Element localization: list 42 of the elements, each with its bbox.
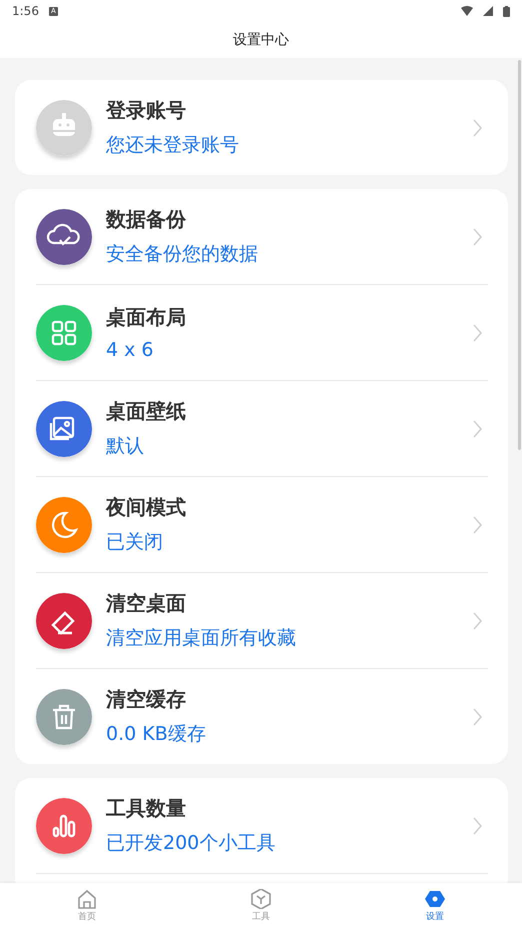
item-subtitle: 0.0 KB缓存 bbox=[106, 722, 207, 747]
item-title: 工具数量 bbox=[106, 795, 187, 822]
item-title: 数据备份 bbox=[106, 206, 187, 233]
item-title: 桌面布局 bbox=[106, 304, 187, 331]
settings-row[interactable]: 工具数量 已开发200个小工具 bbox=[36, 778, 488, 873]
nav-tab[interactable]: 设置 bbox=[348, 883, 522, 928]
item-title: 登录账号 bbox=[106, 97, 187, 124]
item-subtitle: 默认 bbox=[106, 434, 145, 459]
item-subtitle: 安全备份您的数据 bbox=[106, 242, 259, 267]
chevron-right-icon bbox=[473, 420, 482, 438]
settings-icon bbox=[425, 888, 445, 908]
item-title: 清空缓存 bbox=[106, 686, 187, 713]
item-subtitle: 清空应用桌面所有收藏 bbox=[106, 626, 297, 651]
item-subtitle: 4 x 6 bbox=[106, 339, 154, 361]
settings-row[interactable]: 桌面布局 4 x 6 bbox=[36, 284, 488, 380]
chevron-right-icon bbox=[473, 708, 482, 726]
page-title: 设置中心 bbox=[233, 31, 289, 49]
signal-icon bbox=[483, 6, 493, 16]
chevron-right-icon bbox=[473, 324, 482, 342]
clock-time: 1:56 bbox=[12, 4, 39, 18]
settings-row[interactable]: 数据备份 安全备份您的数据 bbox=[36, 189, 488, 284]
item-subtitle: 已开发200个小工具 bbox=[106, 831, 276, 856]
tools-icon bbox=[251, 888, 271, 908]
chevron-right-icon bbox=[473, 816, 482, 834]
chevron-right-icon bbox=[473, 612, 482, 630]
settings-row[interactable]: 清空桌面 清空应用桌面所有收藏 bbox=[36, 572, 488, 668]
settings-row[interactable]: 清空缓存 0.0 KB缓存 bbox=[36, 668, 488, 764]
chevron-right-icon bbox=[473, 118, 482, 136]
item-subtitle: 您还未登录账号 bbox=[106, 133, 240, 158]
chevron-right-icon bbox=[473, 228, 482, 246]
settings-row[interactable]: 登录账号 您还未登录账号 bbox=[36, 80, 488, 175]
item-title: 桌面壁纸 bbox=[106, 398, 187, 425]
scrollbar[interactable] bbox=[518, 60, 521, 450]
wifi-icon bbox=[461, 6, 473, 16]
settings-row[interactable]: 夜间模式 已关闭 bbox=[36, 476, 488, 572]
settings-row[interactable]: 桌面壁纸 默认 bbox=[36, 380, 488, 476]
chevron-right-icon bbox=[473, 516, 482, 534]
home-icon bbox=[77, 888, 97, 908]
item-subtitle: 已关闭 bbox=[106, 530, 164, 555]
item-title: 清空桌面 bbox=[106, 590, 187, 617]
item-title: 夜间模式 bbox=[106, 494, 187, 521]
battery-icon bbox=[503, 6, 510, 16]
